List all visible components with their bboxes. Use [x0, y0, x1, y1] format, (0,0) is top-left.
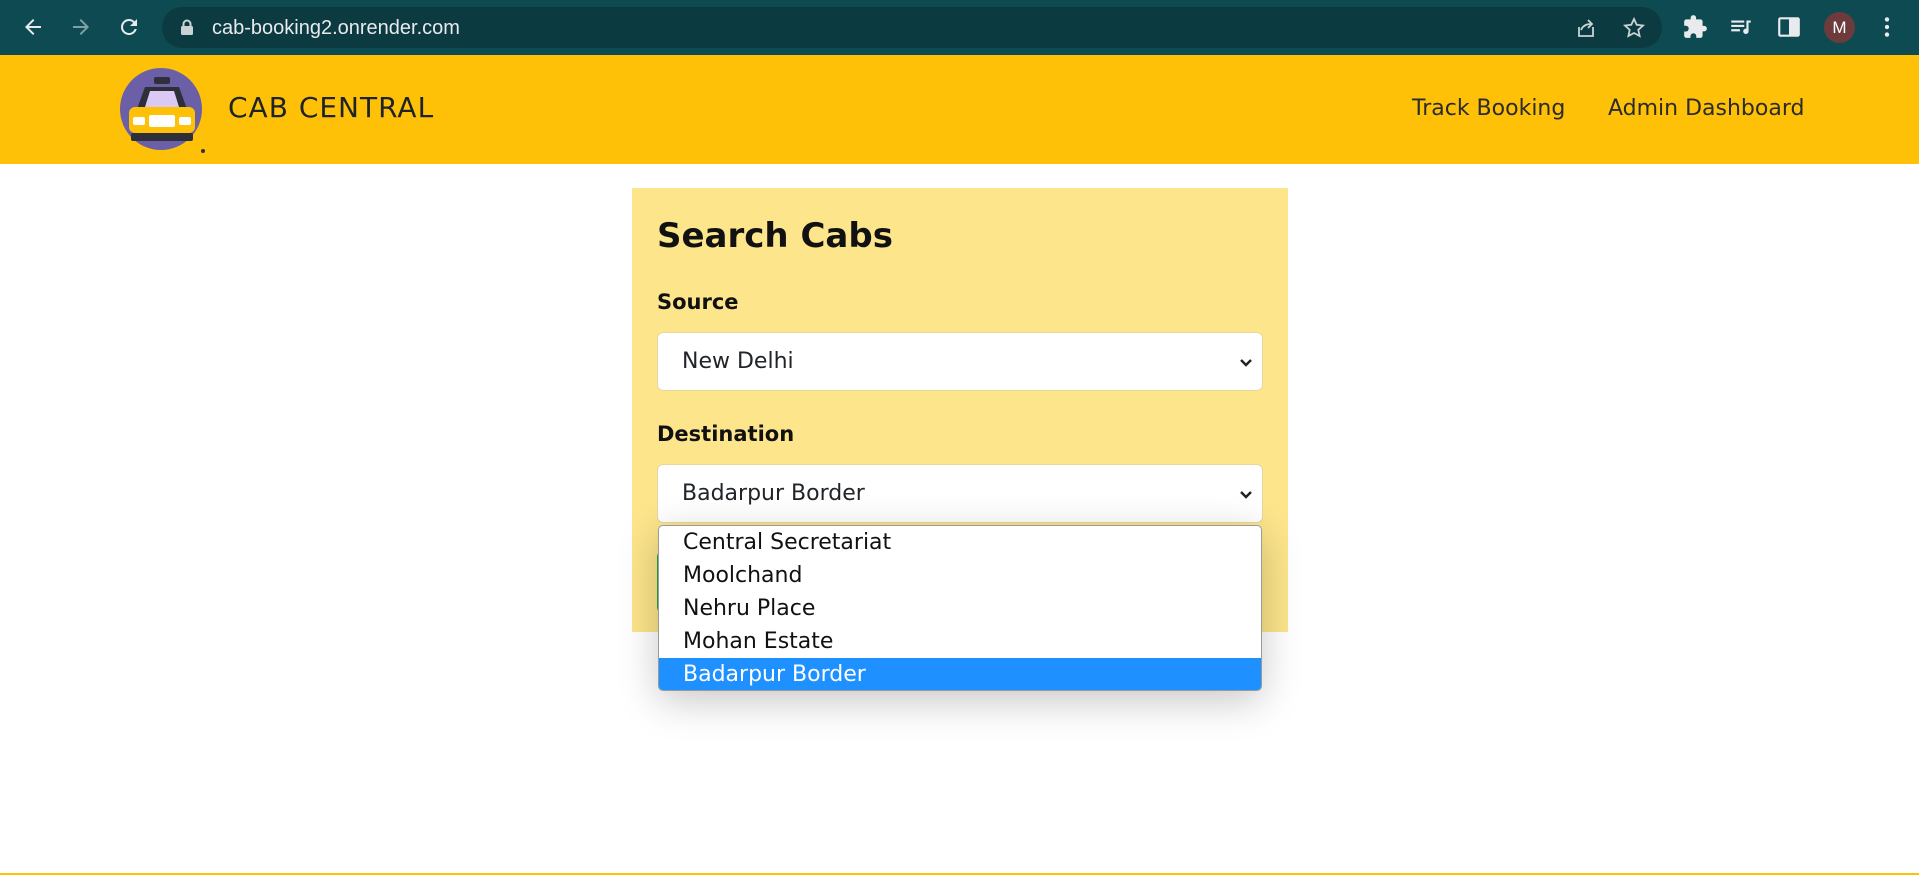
profile-avatar[interactable]: M	[1824, 12, 1855, 43]
url-text: cab-booking2.onrender.com	[212, 17, 460, 39]
taxi-logo[interactable]	[119, 67, 205, 153]
extensions-icon[interactable]	[1682, 14, 1708, 40]
brand-name[interactable]: CAB CENTRAL	[228, 91, 434, 124]
share-icon[interactable]	[1574, 16, 1598, 40]
dropdown-option-selected[interactable]: Badarpur Border	[659, 658, 1261, 690]
browser-toolbar: cab-booking2.onrender.com M	[0, 0, 1919, 55]
chevron-down-icon	[1236, 485, 1256, 505]
nav-track-booking[interactable]: Track Booking	[1412, 96, 1565, 121]
source-label: Source	[657, 290, 739, 314]
dropdown-option[interactable]: Mohan Estate	[659, 625, 1261, 658]
source-selected-value: New Delhi	[682, 349, 794, 374]
destination-select[interactable]: Badarpur Border	[657, 464, 1263, 523]
media-queue-icon[interactable]	[1728, 14, 1754, 40]
destination-dropdown-list: Central Secretariat Moolchand Nehru Plac…	[658, 525, 1262, 691]
chevron-down-icon	[1236, 353, 1256, 373]
browser-menu-icon[interactable]	[1874, 14, 1900, 40]
search-title: Search Cabs	[657, 216, 893, 256]
reload-icon[interactable]	[114, 12, 144, 42]
dropdown-option[interactable]: Central Secretariat	[659, 526, 1261, 559]
lock-icon	[180, 19, 194, 40]
source-select[interactable]: New Delhi	[657, 332, 1263, 391]
side-panel-icon[interactable]	[1776, 14, 1802, 40]
back-icon[interactable]	[18, 12, 48, 42]
forward-icon[interactable]	[66, 12, 96, 42]
nav-admin-dashboard[interactable]: Admin Dashboard	[1608, 96, 1804, 121]
dropdown-option[interactable]: Nehru Place	[659, 592, 1261, 625]
bookmark-star-icon[interactable]	[1622, 16, 1646, 40]
site-header: CAB CENTRAL Track Booking Admin Dashboar…	[0, 55, 1919, 164]
destination-label: Destination	[657, 422, 795, 446]
dropdown-option[interactable]: Moolchand	[659, 559, 1261, 592]
destination-selected-value: Badarpur Border	[682, 481, 865, 506]
address-bar[interactable]: cab-booking2.onrender.com	[162, 7, 1662, 48]
